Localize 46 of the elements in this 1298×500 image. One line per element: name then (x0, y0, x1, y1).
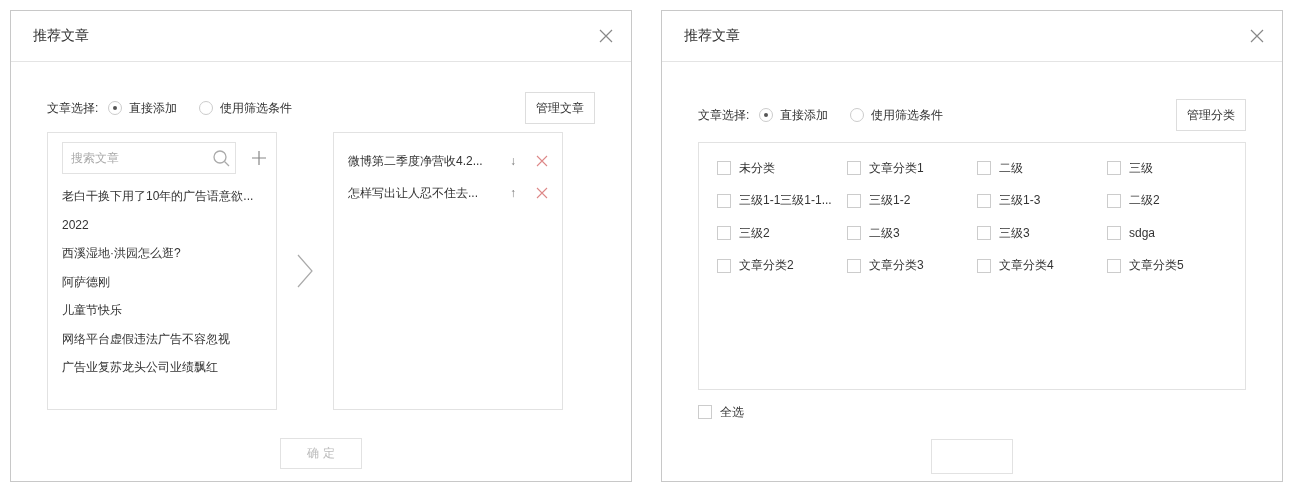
category-checkbox[interactable]: 文章分类2 (717, 255, 794, 276)
category-checkbox[interactable]: 三级1-2 (847, 190, 911, 211)
select-all-checkbox[interactable]: 全选 (698, 402, 744, 422)
article-item[interactable]: 2022 (62, 210, 276, 239)
article-item[interactable]: 阿萨德刚 (62, 267, 276, 296)
dialog-title: 推荐文章 (33, 27, 89, 45)
radio-option[interactable]: 使用筛选条件 (199, 99, 293, 117)
close-icon[interactable] (1250, 29, 1264, 43)
radio-option[interactable]: 直接添加 (759, 106, 829, 124)
category-checkbox[interactable]: 三级2 (717, 223, 770, 243)
category-checkbox[interactable]: 二级2 (1107, 190, 1160, 211)
category-checkbox[interactable]: 未分类 (717, 158, 775, 178)
manage-button[interactable]: 管理文章 (525, 92, 595, 124)
close-icon[interactable] (536, 187, 548, 199)
article-item[interactable]: 老白干换下用了10年的广告语意欲... (62, 182, 276, 211)
article-item[interactable]: 儿童节快乐 (62, 296, 276, 325)
category-checkbox[interactable]: 三级3 (977, 223, 1030, 243)
close-icon[interactable] (599, 29, 613, 43)
radio-option[interactable]: 直接添加 (108, 99, 178, 117)
article-item[interactable]: 西溪湿地·洪园怎么逛? (62, 239, 276, 268)
dialog-title: 推荐文章 (684, 27, 740, 45)
chevron-right-icon[interactable] (296, 254, 314, 288)
category-checkbox[interactable]: 二级3 (847, 223, 900, 243)
radio-option[interactable]: 使用筛选条件 (850, 106, 944, 124)
category-checkbox[interactable]: 三级1-3 (977, 190, 1041, 211)
category-checkbox[interactable]: 文章分类5 (1107, 255, 1184, 276)
field-label: 文章选择: (47, 99, 99, 117)
category-checkbox[interactable]: 二级 (977, 158, 1023, 178)
category-checkbox[interactable]: 三级1-1三级1-1... (717, 190, 832, 211)
category-checkbox[interactable]: 三级 (1107, 158, 1153, 178)
field-label: 文章选择: (698, 106, 750, 124)
move-button[interactable]: ↓ (506, 154, 520, 168)
selected-article: 微博第二季度净营收4.2... (348, 152, 484, 170)
close-icon[interactable] (536, 155, 548, 167)
category-checkbox[interactable]: 文章分类1 (847, 158, 924, 178)
category-checkbox[interactable]: sdga (1107, 223, 1156, 243)
move-button[interactable]: ↑ (506, 186, 520, 200)
plus-icon[interactable] (250, 149, 268, 167)
category-checkbox[interactable]: 文章分类3 (847, 255, 924, 276)
manage-button[interactable]: 管理分类 (1176, 99, 1246, 131)
category-checkbox[interactable]: 文章分类4 (977, 255, 1054, 276)
search-icon[interactable] (212, 149, 230, 167)
article-item[interactable]: 网络平台虚假违法广告不容忽视 (62, 324, 276, 353)
search-field[interactable]: 搜索文章 (62, 142, 236, 174)
selected-article: 怎样写出让人忍不住去... (348, 184, 479, 202)
article-item[interactable]: 广告业复苏龙头公司业绩飘红 (62, 353, 276, 382)
